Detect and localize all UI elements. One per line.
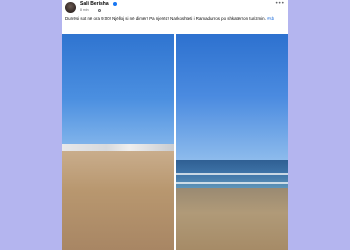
post-text: Durrësi sot në ora 9:00! Njëlloj si në d… bbox=[65, 16, 283, 22]
verified-badge-icon bbox=[113, 1, 117, 6]
sand-area bbox=[176, 188, 288, 250]
post-body: Durrësi sot në ora 9:00! Njëlloj si në d… bbox=[65, 16, 266, 21]
beach-photo-left[interactable] bbox=[62, 34, 174, 250]
more-options-button[interactable]: ••• bbox=[275, 0, 285, 7]
hashtag-link[interactable]: #sb bbox=[267, 16, 274, 21]
globe-icon bbox=[98, 8, 101, 12]
post-header: Sali Berisha 8 min ••• bbox=[62, 0, 288, 16]
beach-photo-right[interactable] bbox=[176, 34, 288, 250]
sea-area bbox=[176, 160, 288, 188]
wave-foam bbox=[176, 173, 288, 175]
page-background-left bbox=[0, 0, 62, 250]
author-avatar[interactable] bbox=[65, 2, 76, 13]
author-name[interactable]: Sali Berisha bbox=[80, 1, 109, 7]
wave-foam bbox=[176, 182, 288, 184]
sky-area bbox=[176, 34, 288, 160]
page-background-right bbox=[288, 0, 350, 250]
post-timestamp[interactable]: 8 min bbox=[80, 8, 89, 12]
sky-area bbox=[62, 34, 174, 151]
facebook-post-card: Sali Berisha 8 min ••• Durrësi sot në or… bbox=[62, 0, 288, 250]
sand-area bbox=[62, 151, 174, 250]
